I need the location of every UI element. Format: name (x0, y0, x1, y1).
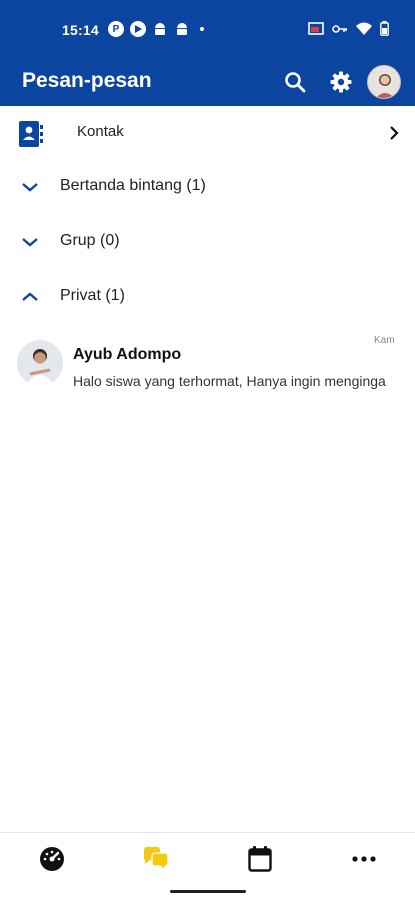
section-private[interactable]: Privat (1) (0, 268, 415, 323)
status-icons-left: P (108, 21, 204, 37)
private-label: Privat (1) (60, 287, 125, 304)
chevron-down-icon (21, 178, 39, 196)
page-title: Pesan-pesan (22, 69, 152, 92)
search-button[interactable] (281, 68, 309, 96)
groups-label: Grup (0) (60, 232, 120, 249)
chevron-up-icon (21, 288, 39, 306)
message-item[interactable]: Ayub Adompo Halo siswa yang terhormat, H… (0, 330, 415, 400)
nav-more[interactable] (350, 845, 378, 873)
messages-icon (144, 847, 169, 872)
dashboard-icon (40, 847, 64, 871)
contacts-book-icon (19, 121, 43, 152)
sender-name: Ayub Adompo (73, 346, 182, 363)
settings-button[interactable] (327, 68, 355, 96)
search-icon (285, 72, 306, 93)
notification-dot (200, 27, 204, 31)
status-bar: 15:14 P (0, 0, 415, 58)
key-icon (332, 22, 348, 40)
message-preview: Halo siswa yang terhormat, Hanya ingin m… (73, 373, 386, 389)
nav-messages[interactable] (142, 845, 170, 873)
android-icon (152, 21, 168, 37)
section-starred[interactable]: Bertanda bintang (1) (0, 158, 415, 213)
app-bar: Pesan-pesan (0, 58, 415, 106)
nav-calendar[interactable] (246, 845, 274, 873)
status-time: 15:14 (62, 22, 99, 38)
cast-icon (308, 21, 324, 41)
play-icon (130, 21, 146, 37)
status-icons-right (308, 21, 389, 41)
battery-icon (380, 21, 389, 41)
p-icon: P (108, 21, 124, 37)
nav-dashboard[interactable] (38, 845, 66, 873)
message-time: Kam (374, 335, 395, 346)
contacts-row[interactable]: Kontak (0, 106, 415, 161)
gear-icon (330, 71, 352, 93)
starred-label: Bertanda bintang (1) (60, 177, 206, 194)
home-indicator[interactable] (170, 890, 246, 893)
more-icon (352, 856, 376, 862)
chevron-right-icon (388, 125, 400, 146)
chevron-down-icon (21, 233, 39, 251)
profile-avatar[interactable] (367, 65, 401, 99)
wifi-icon (356, 22, 372, 40)
contacts-label: Kontak (77, 123, 124, 140)
calendar-icon (248, 846, 272, 872)
sender-avatar (17, 340, 63, 386)
section-groups[interactable]: Grup (0) (0, 213, 415, 268)
android-icon (174, 21, 190, 37)
